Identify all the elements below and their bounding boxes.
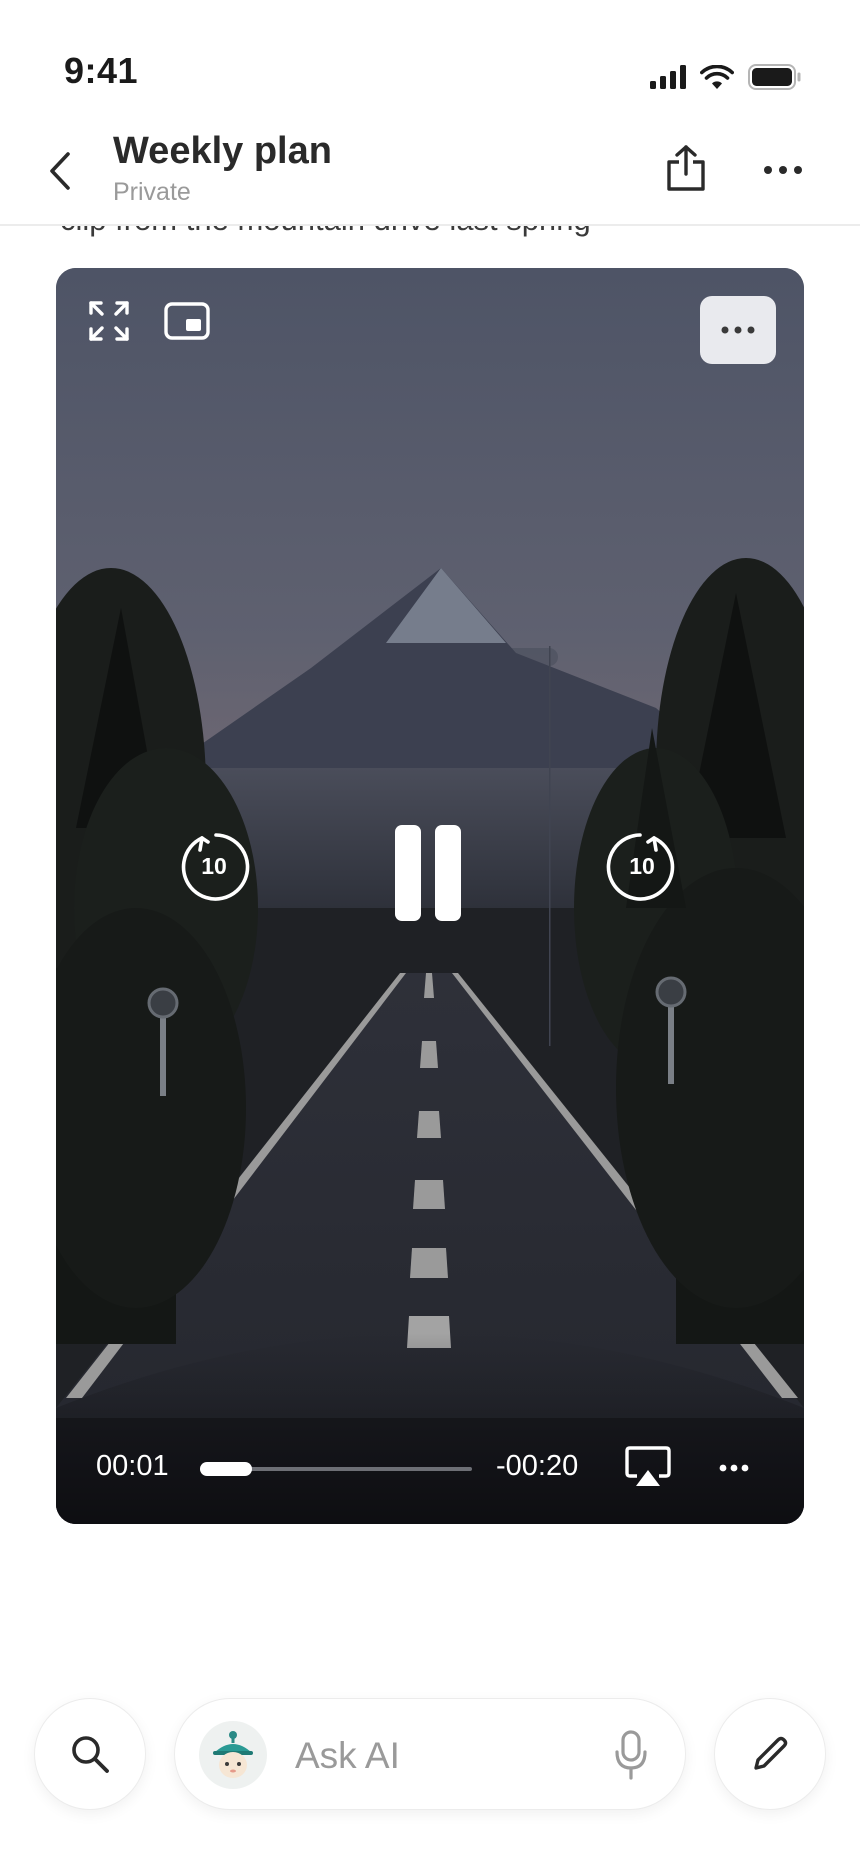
page-header: Weekly plan Private <box>0 110 860 226</box>
rewind-10-label: 10 <box>201 852 227 879</box>
picture-in-picture-button[interactable] <box>162 298 212 344</box>
playback-more-button[interactable] <box>708 1446 760 1490</box>
ai-assistant-avatar <box>199 1721 267 1789</box>
fullscreen-icon <box>89 301 129 341</box>
back-button[interactable] <box>40 146 80 196</box>
page-subtitle: Private <box>113 178 191 206</box>
time-remaining: -00:20 <box>496 1450 579 1482</box>
progress-scrubber[interactable] <box>200 1462 472 1476</box>
video-player[interactable]: 10 10 00:01 -00:20 <box>56 268 804 1524</box>
share-button[interactable] <box>660 140 712 196</box>
bottom-toolbar: Ask AI <box>0 1698 860 1814</box>
video-menu-button[interactable] <box>700 296 776 364</box>
ask-ai-placeholder: Ask AI <box>295 1735 400 1776</box>
edit-pencil-icon <box>754 1736 788 1770</box>
status-icons <box>650 64 802 90</box>
airplay-icon <box>625 1446 671 1486</box>
video-caption: clip from the mountain drive last spring <box>60 226 591 238</box>
fullscreen-button[interactable] <box>86 298 132 344</box>
forward-10-button[interactable]: 10 <box>604 828 680 904</box>
progress-fill <box>200 1462 252 1476</box>
wifi-icon <box>700 65 734 89</box>
battery-icon <box>748 64 801 90</box>
pause-icon <box>395 825 421 921</box>
back-chevron-icon <box>50 152 70 190</box>
time-elapsed: 00:01 <box>96 1450 169 1482</box>
cellular-signal-icon <box>650 65 686 89</box>
rewind-10-button[interactable]: 10 <box>176 828 252 904</box>
search-button[interactable] <box>34 1698 146 1810</box>
pause-button[interactable] <box>386 818 470 928</box>
edit-button[interactable] <box>714 1698 826 1810</box>
more-icon <box>719 1464 749 1472</box>
status-time: 9:41 <box>64 50 139 91</box>
microphone-icon <box>615 1730 647 1780</box>
airplay-button[interactable] <box>624 1444 672 1490</box>
search-icon <box>72 1736 109 1773</box>
status-bar: 9:41 <box>0 0 860 110</box>
picture-in-picture-icon <box>164 302 210 340</box>
share-icon <box>667 145 705 191</box>
page-title: Weekly plan <box>113 130 332 172</box>
forward-10-label: 10 <box>629 852 655 879</box>
microphone-button[interactable] <box>611 1727 651 1783</box>
ai-assistant-icon <box>213 1731 253 1778</box>
more-horizontal-icon <box>764 166 802 174</box>
video-controls-bar: 00:01 -00:20 <box>56 1414 804 1524</box>
caption-clip: clip from the mountain drive last spring <box>0 226 860 246</box>
ask-ai-input[interactable]: Ask AI <box>174 1698 686 1810</box>
more-button[interactable] <box>760 150 806 190</box>
more-icon <box>721 326 755 334</box>
